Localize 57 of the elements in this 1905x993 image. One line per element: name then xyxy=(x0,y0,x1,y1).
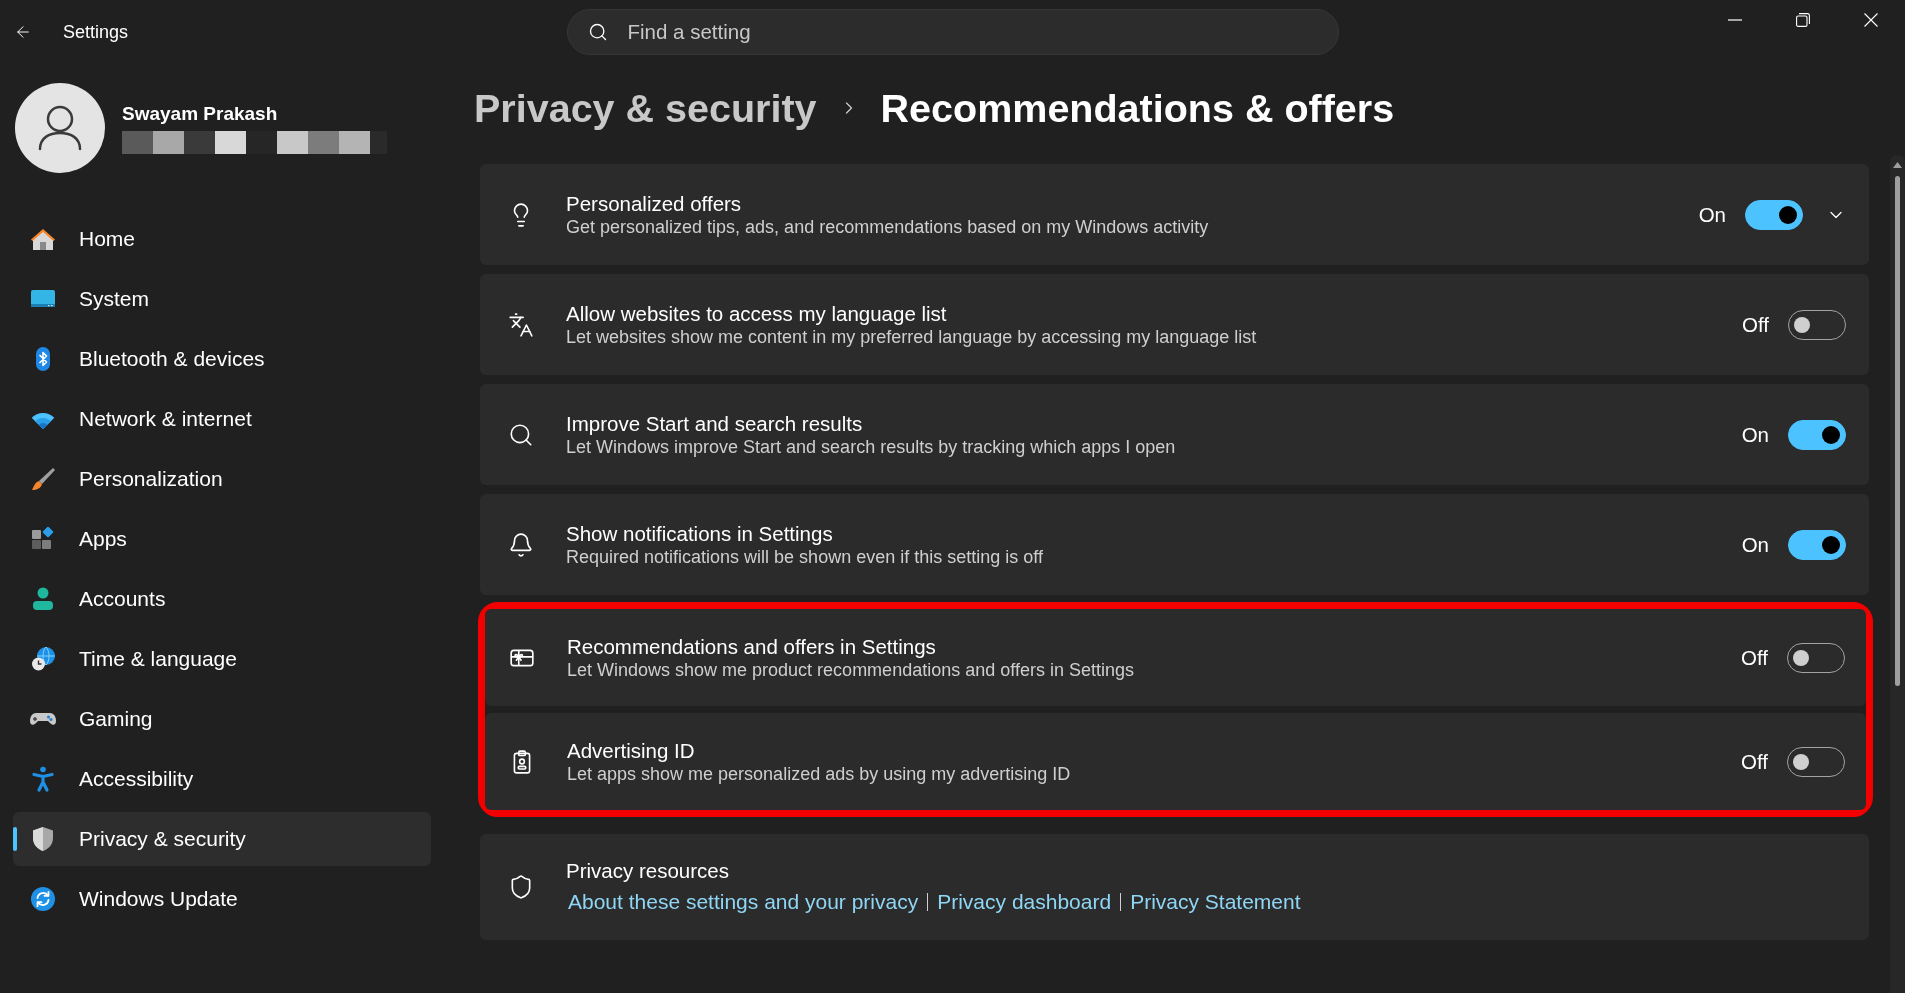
nav-item[interactable]: Apps xyxy=(13,512,431,566)
setting-description: Required notifications will be shown even if this setting is off xyxy=(566,545,1044,569)
scroll-up-arrow-icon[interactable] xyxy=(1893,162,1902,168)
toggle-state-label: Off xyxy=(1741,749,1768,774)
nav-item[interactable]: Gaming xyxy=(13,692,431,746)
scrollbar-thumb[interactable] xyxy=(1895,176,1900,686)
nav-item[interactable]: Accounts xyxy=(13,572,431,626)
restore-icon xyxy=(1796,13,1810,27)
toggle-state-label: On xyxy=(1741,532,1769,557)
nav-item[interactable]: Personalization xyxy=(13,452,431,506)
toggle-state-label: On xyxy=(1698,202,1726,227)
language-icon xyxy=(508,311,534,338)
avatar-icon[interactable] xyxy=(15,83,105,173)
paintbrush-icon xyxy=(29,465,57,493)
nav-item[interactable]: Bluetooth & devices xyxy=(13,332,431,386)
breadcrumb-link[interactable]: Privacy & security xyxy=(474,85,817,131)
setting-title: Recommendations and offers in Settings xyxy=(567,633,937,659)
toggle-switch[interactable] xyxy=(1745,199,1803,230)
setting-description: Let websites show me content in my preferred language by accessing my language list xyxy=(566,325,1258,349)
toggle-state-label: Off xyxy=(1742,312,1769,337)
setting-title: Personalized offers xyxy=(566,190,743,216)
setting-title: Allow websites to access my language list xyxy=(566,300,948,326)
setting-title: Improve Start and search results xyxy=(566,410,864,436)
nav-item[interactable]: Home xyxy=(13,212,431,266)
scrollbar[interactable] xyxy=(1890,155,1905,993)
page-title: Recommendations & offers xyxy=(880,85,1395,131)
refresh-icon xyxy=(29,885,57,913)
nav-item[interactable]: Network & internet xyxy=(13,392,431,446)
setting-description: Let Windows show me product recommendations and offers in Settings xyxy=(567,658,1135,682)
privacy-link[interactable]: About these settings and your privacy xyxy=(568,890,919,914)
nav-item[interactable]: Time & language xyxy=(13,632,431,686)
privacy-link[interactable]: Privacy Statement xyxy=(1130,890,1301,914)
bell-icon xyxy=(508,531,534,558)
setting-description: Get personalized tips, ads, and recommendations based on my Windows activity xyxy=(566,215,1210,239)
window-title: Settings xyxy=(63,21,129,43)
nav-item[interactable]: Privacy & security xyxy=(13,812,431,866)
toggle-switch[interactable] xyxy=(1788,529,1846,560)
setting-title: Show notifications in Settings xyxy=(566,520,834,546)
search-icon xyxy=(587,22,608,42)
setting-description: Let Windows improve Start and search results by tracking which apps I open xyxy=(566,435,1177,459)
globe-clock-icon xyxy=(29,645,57,673)
setting-title: Advertising ID xyxy=(567,737,696,763)
nav-item[interactable]: System xyxy=(13,272,431,326)
search-field[interactable]: Find a setting xyxy=(566,9,1339,55)
setting-description: Let apps show me personalized ads by using my advertising ID xyxy=(567,762,1072,786)
accessibility-icon xyxy=(29,765,57,793)
nav-item[interactable]: Accessibility xyxy=(13,752,431,806)
selection-indicator xyxy=(13,827,17,851)
minimize-icon xyxy=(1728,19,1742,21)
nav-item[interactable]: Windows Update xyxy=(13,872,431,926)
toggle-state-label: Off xyxy=(1741,645,1768,670)
privacy-link[interactable]: Privacy dashboard xyxy=(937,890,1112,914)
toggle-state-label: On xyxy=(1741,422,1769,447)
resources-title: Privacy resources xyxy=(566,858,730,883)
user-name: Swayam Prakash xyxy=(122,102,279,126)
close-icon xyxy=(1864,13,1878,27)
toggle-switch[interactable] xyxy=(1788,419,1846,450)
